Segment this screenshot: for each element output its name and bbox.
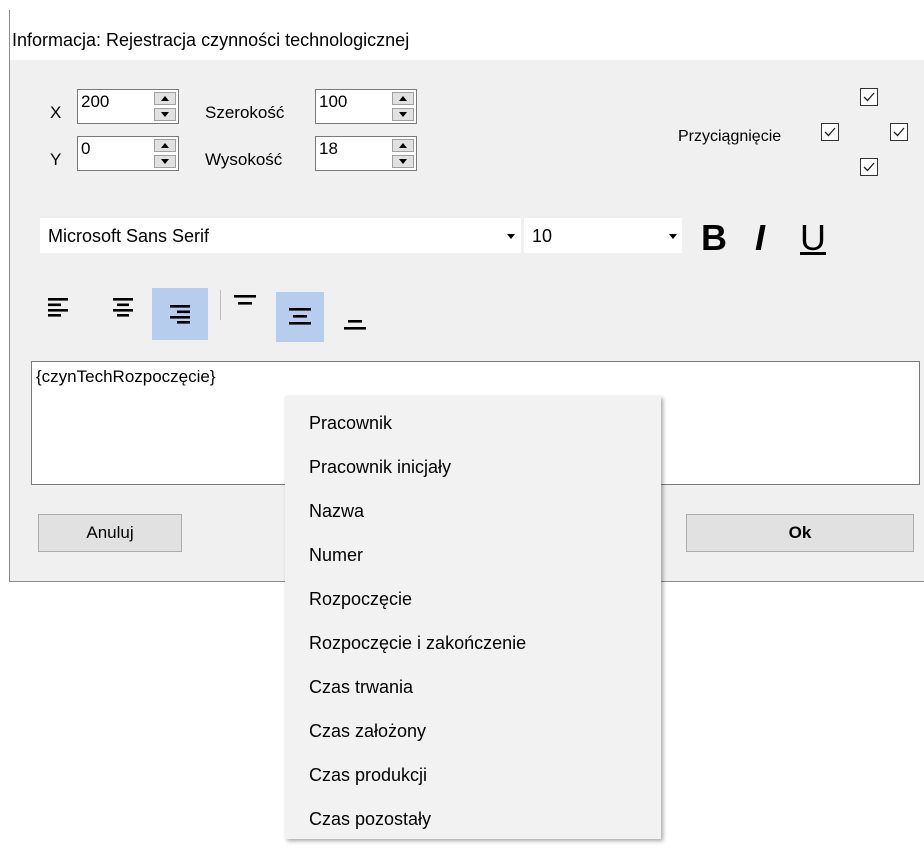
checkmark-icon — [863, 162, 875, 172]
width-label: Szerokość — [205, 103, 285, 122]
title-bar: Informacja: Rejestracja czynności techno… — [10, 10, 924, 60]
height-field[interactable] — [315, 136, 417, 171]
menu-item-czas-trwania[interactable]: Czas trwania — [309, 677, 413, 721]
valign-middle-button[interactable] — [276, 292, 324, 342]
menu-item-numer[interactable]: Numer — [309, 545, 363, 589]
font-size-select[interactable]: 10 — [524, 218, 682, 253]
checkmark-icon — [863, 92, 875, 102]
menu-item-pracownik[interactable]: Pracownik — [309, 413, 392, 457]
valign-top-button[interactable] — [228, 288, 262, 322]
checkmark-icon — [893, 127, 905, 137]
height-increment-button[interactable] — [392, 139, 414, 152]
arrow-up-icon — [161, 143, 169, 148]
underline-button[interactable]: U — [800, 220, 826, 256]
menu-item-pracownik-inicjaly[interactable]: Pracownik inicjały — [309, 457, 451, 501]
snap-right-checkbox[interactable] — [890, 123, 908, 141]
width-field[interactable] — [315, 89, 417, 124]
height-decrement-button[interactable] — [392, 155, 414, 168]
arrow-up-icon — [399, 143, 407, 148]
width-decrement-button[interactable] — [392, 108, 414, 121]
font-size-value: 10 — [532, 226, 553, 246]
cancel-button[interactable]: Anuluj — [38, 514, 182, 552]
y-increment-button[interactable] — [154, 139, 176, 152]
align-center-button[interactable] — [106, 290, 140, 324]
text-editor-value: {czynTechRozpoczęcie} — [36, 367, 216, 386]
checkmark-icon — [824, 127, 836, 137]
align-right-button[interactable] — [152, 288, 208, 340]
align-right-icon — [170, 305, 190, 324]
height-input[interactable] — [316, 137, 392, 161]
x-increment-button[interactable] — [154, 92, 176, 105]
chevron-down-icon — [669, 234, 677, 239]
valign-top-icon — [234, 295, 256, 305]
context-menu: Pracownik Pracownik inicjały Nazwa Numer… — [285, 396, 661, 839]
bold-button[interactable]: B — [701, 220, 727, 256]
align-center-icon — [113, 298, 133, 317]
arrow-up-icon — [399, 96, 407, 101]
valign-bottom-icon — [344, 320, 366, 330]
snap-top-checkbox[interactable] — [860, 88, 878, 106]
toolbar-separator — [220, 290, 221, 320]
menu-item-rozpoczecie[interactable]: Rozpoczęcie — [309, 589, 412, 633]
snap-label: Przyciągnięcie — [678, 128, 782, 145]
x-decrement-button[interactable] — [154, 108, 176, 121]
width-stepper[interactable] — [392, 92, 414, 121]
italic-button[interactable]: I — [755, 220, 765, 256]
menu-item-czas-zalozony[interactable]: Czas założony — [309, 721, 426, 765]
y-label: Y — [50, 150, 62, 169]
menu-item-nazwa[interactable]: Nazwa — [309, 501, 364, 545]
snap-bottom-checkbox[interactable] — [860, 158, 878, 176]
snap-left-checkbox[interactable] — [821, 123, 839, 141]
x-field[interactable] — [77, 89, 179, 124]
valign-bottom-button[interactable] — [338, 302, 372, 336]
y-input[interactable] — [78, 137, 154, 161]
align-left-button[interactable] — [42, 290, 76, 324]
arrow-down-icon — [399, 112, 407, 117]
dialog-title: Informacja: Rejestracja czynności techno… — [12, 30, 410, 50]
height-label: Wysokość — [205, 150, 283, 169]
menu-item-czas-pozostaly[interactable]: Czas pozostały — [309, 809, 431, 853]
menu-item-rozpoczecie-i-zakonczenie[interactable]: Rozpoczęcie i zakończenie — [309, 633, 526, 677]
arrow-up-icon — [161, 96, 169, 101]
y-stepper[interactable] — [154, 139, 176, 168]
valign-middle-icon — [289, 308, 311, 325]
x-label: X — [50, 103, 62, 122]
font-family-value: Microsoft Sans Serif — [48, 226, 210, 246]
x-input[interactable] — [78, 90, 154, 114]
width-increment-button[interactable] — [392, 92, 414, 105]
y-decrement-button[interactable] — [154, 155, 176, 168]
arrow-down-icon — [161, 159, 169, 164]
menu-item-czas-produkcji[interactable]: Czas produkcji — [309, 765, 427, 809]
height-stepper[interactable] — [392, 139, 414, 168]
font-family-select[interactable]: Microsoft Sans Serif — [40, 218, 521, 253]
align-left-icon — [48, 298, 68, 317]
arrow-down-icon — [161, 112, 169, 117]
ok-button[interactable]: Ok — [686, 514, 914, 552]
width-input[interactable] — [316, 90, 392, 114]
x-stepper[interactable] — [154, 92, 176, 121]
chevron-down-icon — [507, 234, 515, 239]
y-field[interactable] — [77, 136, 179, 171]
arrow-down-icon — [399, 159, 407, 164]
